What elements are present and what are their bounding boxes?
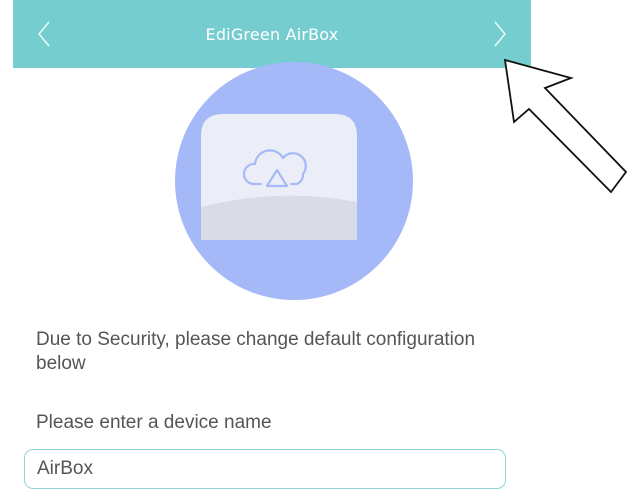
app-header: EdiGreen AirBox <box>13 0 531 68</box>
page-title: EdiGreen AirBox <box>205 24 339 44</box>
chevron-left-icon <box>37 21 50 47</box>
device-name-label: Please enter a device name <box>36 412 272 433</box>
callout-arrow-icon <box>503 58 628 194</box>
device-name-input[interactable] <box>24 449 506 489</box>
back-button[interactable] <box>31 18 59 50</box>
airbox-device-illustration <box>175 62 413 300</box>
next-button[interactable] <box>485 18 513 50</box>
security-message: Due to Security, please change default c… <box>36 329 476 374</box>
chevron-right-icon <box>494 21 507 47</box>
